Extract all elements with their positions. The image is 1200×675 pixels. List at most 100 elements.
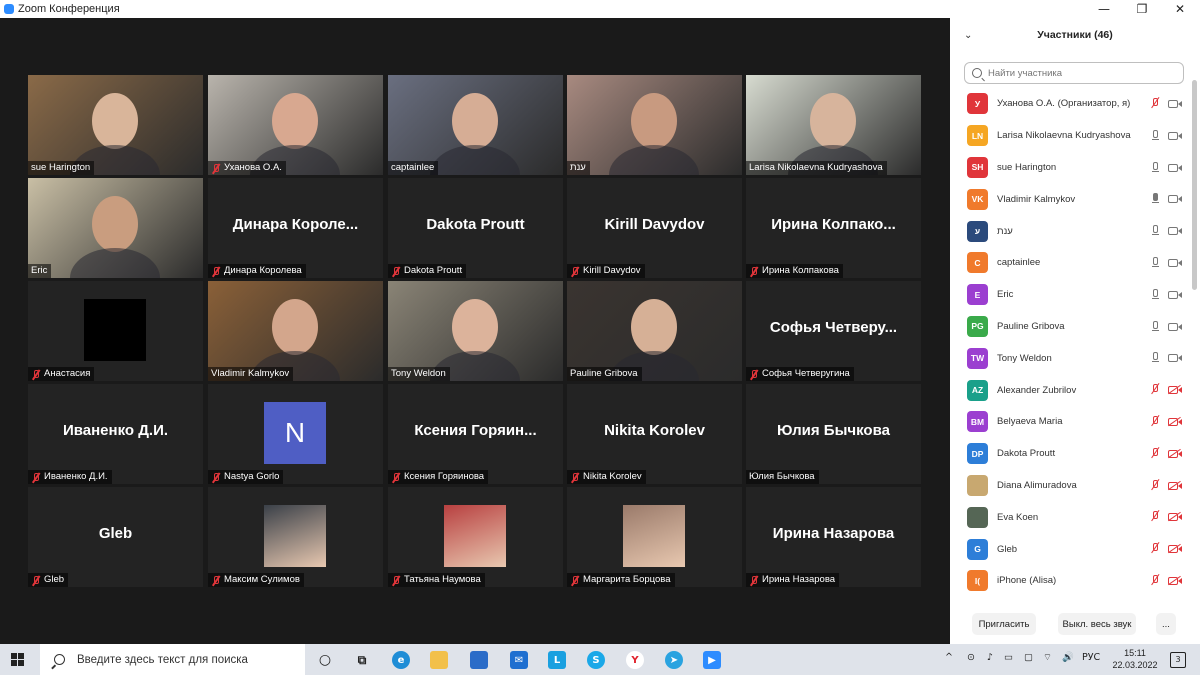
video-camera-icon[interactable] (1168, 290, 1182, 299)
video-tile[interactable]: Максим Сулимов (208, 487, 383, 587)
cortana-icon[interactable]: ○ (316, 651, 334, 669)
muted-mic-icon[interactable] (1150, 543, 1160, 555)
participant-search-input[interactable] (986, 66, 1180, 80)
mic-icon[interactable] (1150, 129, 1160, 142)
participant-row[interactable]: VK Vladimir Kalmykov (950, 183, 1190, 215)
participant-row[interactable]: I(iPhone (Alisa) (950, 565, 1190, 597)
volume-icon[interactable]: 🔊 (1062, 652, 1074, 663)
mic-icon[interactable] (1150, 193, 1160, 205)
taskbar-clock[interactable]: 15:11 22.03.2022 (1110, 647, 1160, 671)
store-icon[interactable] (470, 651, 488, 669)
video-tile[interactable]: ענת (567, 75, 742, 175)
participant-row[interactable]: ע ענת (950, 215, 1190, 247)
video-off-icon[interactable] (1167, 384, 1182, 395)
display-icon[interactable]: ▢ (1024, 652, 1033, 663)
video-camera-icon[interactable] (1168, 322, 1182, 331)
participant-search-field[interactable] (964, 62, 1184, 84)
participants-scrollbar[interactable] (1192, 80, 1197, 290)
video-tile[interactable]: Иваненко Д.И. Иваненко Д.И. (28, 384, 203, 484)
meet-now-icon[interactable]: ⊙ (967, 652, 975, 663)
wifi-icon[interactable]: ⌔ (1043, 652, 1052, 663)
taskbar-search-box[interactable]: Введите здесь текст для поиска (40, 644, 305, 675)
mic-icon[interactable] (1150, 225, 1160, 237)
video-tile[interactable]: Маргарита Борцова (567, 487, 742, 587)
video-camera-icon[interactable] (1168, 131, 1182, 140)
windows-start-icon[interactable] (11, 653, 25, 667)
muted-mic-icon[interactable] (1150, 415, 1160, 428)
video-off-icon[interactable] (1167, 416, 1182, 427)
muted-mic-icon[interactable] (1150, 98, 1160, 110)
video-tile[interactable]: Gleb Gleb (28, 487, 203, 587)
video-camera-icon[interactable] (1168, 163, 1182, 172)
muted-mic-icon[interactable] (1150, 574, 1160, 587)
participant-row[interactable]: G Gleb (950, 533, 1190, 565)
video-tile[interactable]: Eric (28, 178, 203, 278)
video-tile[interactable]: N Nastya Gorlo (208, 384, 383, 484)
video-tile[interactable]: Tony Weldon (388, 281, 563, 381)
participant-row[interactable]: E Eric (950, 279, 1190, 311)
video-tile[interactable]: Vladimir Kalmykov (208, 281, 383, 381)
mail-icon[interactable]: ✉ (510, 651, 528, 669)
video-tile[interactable]: sue Harington (28, 75, 203, 175)
video-tile[interactable]: Динара Короле... Динара Королева (208, 178, 383, 278)
task-view-icon[interactable]: ⧉ (353, 651, 371, 669)
minimize-button[interactable]: — (1084, 0, 1124, 18)
mic-icon[interactable] (1150, 320, 1160, 333)
video-tile[interactable]: Софья Четверу... Софья Четверугина (746, 281, 921, 381)
video-off-icon[interactable] (1167, 575, 1182, 586)
participant-row[interactable]: Eva Koen (950, 501, 1190, 533)
video-tile[interactable]: Ирина Колпако... Ирина Колпакова (746, 178, 921, 278)
lync-icon[interactable]: L (548, 651, 566, 669)
participant-row[interactable]: LN Larisa Nikolaevna Kudryashova (950, 120, 1190, 152)
yandex-browser-icon[interactable]: Y (626, 651, 644, 669)
video-off-icon[interactable] (1167, 543, 1182, 554)
battery-icon[interactable]: ▭ (1004, 652, 1013, 663)
close-button[interactable]: ✕ (1160, 0, 1200, 18)
video-camera-icon[interactable] (1168, 226, 1182, 236)
notification-center-icon[interactable]: 3 (1170, 652, 1186, 668)
mic-icon[interactable] (1150, 352, 1160, 364)
video-tile[interactable]: Уханова О.А. (208, 75, 383, 175)
more-options-button[interactable]: ... (1156, 613, 1176, 635)
participant-row[interactable]: У Уханова О.А. (Организатор, я) (950, 88, 1190, 120)
video-tile[interactable]: Ирина Назарова Ирина Назарова (746, 487, 921, 587)
invite-button[interactable]: Пригласить (972, 613, 1036, 635)
mic-icon[interactable] (1150, 161, 1160, 174)
muted-mic-icon[interactable] (1150, 447, 1160, 460)
video-off-icon[interactable] (1167, 480, 1182, 491)
video-camera-icon[interactable] (1168, 194, 1182, 204)
video-camera-icon[interactable] (1168, 99, 1182, 108)
video-camera-icon[interactable] (1168, 258, 1182, 267)
mute-all-button[interactable]: Выкл. весь звук (1058, 613, 1136, 635)
zoom-taskbar-icon[interactable]: ▶ (703, 651, 721, 669)
muted-mic-icon[interactable] (1150, 479, 1160, 492)
participant-row[interactable]: PG Pauline Gribova (950, 311, 1190, 343)
video-off-icon[interactable] (1167, 512, 1182, 522)
telegram-icon[interactable]: ➤ (665, 651, 683, 669)
edge-browser-icon[interactable]: e (392, 651, 410, 669)
video-tile[interactable]: Kirill Davydov Kirill Davydov (567, 178, 742, 278)
participant-row[interactable]: Ccaptainlee (950, 247, 1190, 279)
video-tile[interactable]: Юлия Бычкова Юлия Бычкова (746, 384, 921, 484)
participant-row[interactable]: Diana Alimuradova (950, 470, 1190, 502)
participant-row[interactable]: AZ Alexander Zubrilov (950, 374, 1190, 406)
mic-icon[interactable] (1150, 256, 1160, 269)
skype-icon[interactable]: S (587, 651, 605, 669)
video-tile[interactable]: Nikita Korolev Nikita Korolev (567, 384, 742, 484)
show-hidden-icons-chevron-icon[interactable]: ^ (945, 652, 953, 663)
video-camera-icon[interactable] (1168, 353, 1182, 363)
file-explorer-icon[interactable] (430, 651, 448, 669)
video-tile[interactable]: Pauline Gribova (567, 281, 742, 381)
video-tile[interactable]: Larisa Nikolaevna Kudryashova (746, 75, 921, 175)
participant-row[interactable]: SH sue Harington (950, 152, 1190, 184)
maximize-button[interactable]: ❐ (1122, 0, 1162, 18)
video-tile[interactable]: Ксения Горяин... Ксения Горяинова (388, 384, 563, 484)
video-tile[interactable]: Dakota Proutt Dakota Proutt (388, 178, 563, 278)
video-tile[interactable]: Анастасия (28, 281, 203, 381)
muted-mic-icon[interactable] (1150, 511, 1160, 523)
video-tile[interactable]: Татьяна Наумова (388, 487, 563, 587)
mic-icon[interactable] (1150, 288, 1160, 301)
video-tile[interactable]: captainlee (388, 75, 563, 175)
language-indicator[interactable]: РУС (1082, 652, 1100, 663)
microphone-tray-icon[interactable]: ♪ (987, 652, 993, 663)
